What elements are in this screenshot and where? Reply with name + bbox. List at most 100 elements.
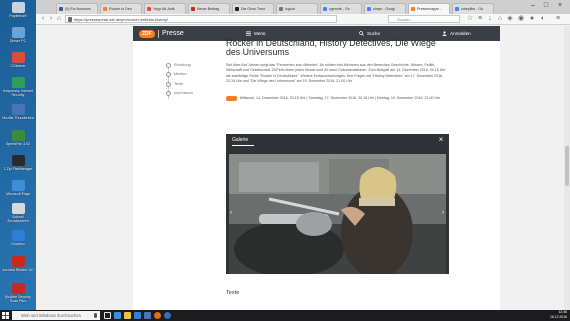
kaspersky-icon bbox=[11, 77, 25, 88]
circle-icon bbox=[166, 81, 171, 87]
google-icon bbox=[367, 7, 371, 11]
desktop-icon-dieser-pc[interactable]: Dieser PC bbox=[2, 27, 34, 43]
browser-search-input[interactable]: Suchen bbox=[388, 15, 460, 23]
forward-arrow-icon[interactable]: › bbox=[47, 15, 55, 23]
chevron-left-icon[interactable]: ‹ bbox=[228, 209, 234, 217]
desktop-icon-ccleaner[interactable]: CCleaner bbox=[2, 52, 34, 68]
tab-google-2[interactable]: uhapr - Googl bbox=[364, 3, 406, 14]
close-icon[interactable]: × bbox=[437, 136, 445, 144]
biker-photo bbox=[229, 154, 446, 274]
address-bar[interactable]: https://presseportal.zdf.de/pm/rocker-se… bbox=[65, 15, 337, 23]
google-icon bbox=[323, 7, 327, 11]
mail-icon[interactable] bbox=[144, 312, 151, 319]
tab-google-1[interactable]: zgeroite - Go bbox=[320, 3, 362, 14]
desktop-icon-kaspersky[interactable]: Kaspersky Internet Security bbox=[2, 77, 34, 97]
computer-icon bbox=[11, 27, 25, 38]
site-favicon-icon bbox=[147, 7, 151, 11]
gallery-overlay: Galerie × ‹ › bbox=[226, 134, 449, 274]
side-nav-impressum[interactable]: Impressum bbox=[166, 91, 206, 100]
gallery-photo[interactable] bbox=[229, 154, 446, 274]
pocket-icon[interactable]: ◈ bbox=[506, 15, 514, 23]
microphone-icon[interactable] bbox=[94, 313, 97, 318]
section-heading-texte: Texte bbox=[226, 290, 240, 296]
side-nav-einleitung[interactable]: Einleitung bbox=[166, 63, 206, 72]
facebook-icon bbox=[59, 7, 63, 11]
tab-grow-trent[interactable]: Die Grow Trent bbox=[232, 3, 274, 14]
taskbar-search-input[interactable]: Web und Windows durchsuchen bbox=[12, 311, 100, 320]
firefox-icon[interactable] bbox=[154, 312, 161, 319]
site-favicon-icon bbox=[279, 7, 283, 11]
tab-pressemappe[interactable]: Pressemappe - bbox=[408, 3, 450, 14]
menu-button[interactable]: Menü bbox=[246, 29, 266, 38]
desktop-icon-papierkorb[interactable]: Papierkorb bbox=[2, 2, 34, 18]
edge-icon bbox=[11, 180, 25, 191]
desktop-icon-edge[interactable]: Microsoft Edge bbox=[2, 180, 34, 196]
gallery-title: Galerie bbox=[232, 137, 249, 143]
store-icon[interactable] bbox=[134, 312, 141, 319]
recycle-bin-icon bbox=[11, 2, 25, 13]
reader-icon[interactable]: ≡ bbox=[476, 15, 484, 23]
taskbar: Web und Windows durchsuchen 12:46 16.12.… bbox=[0, 310, 570, 321]
article-body: Seit über fünf Jahren sorgt das "Fernseh… bbox=[226, 63, 446, 83]
tab-google-3[interactable]: zuteplike - Go bbox=[452, 3, 494, 14]
thunderbird-icon[interactable] bbox=[164, 312, 171, 319]
browser-window: (0) Ein Nonsens Rocker in Deu Yopp Ab-Au… bbox=[36, 0, 570, 310]
desktop-icon-dropbox[interactable]: Dropbox bbox=[2, 230, 34, 246]
tab-yopp[interactable]: Yopp Ab-Aufk bbox=[144, 3, 186, 14]
7zip-icon bbox=[11, 155, 25, 166]
download-icon[interactable]: ↓ bbox=[486, 15, 494, 23]
search-icon bbox=[359, 31, 364, 36]
task-view-icon[interactable] bbox=[104, 312, 111, 319]
tab-facebook[interactable]: (0) Ein Nonsens bbox=[56, 3, 98, 14]
side-nav-texte[interactable]: Texte bbox=[166, 81, 206, 91]
close-window-icon[interactable]: × bbox=[555, 1, 565, 10]
lock-icon bbox=[68, 17, 72, 22]
minimize-icon[interactable]: – bbox=[528, 1, 538, 10]
speedfan-icon bbox=[11, 130, 25, 141]
circle-icon bbox=[166, 91, 171, 97]
hamburger-icon bbox=[246, 31, 251, 36]
article-headline: Rocker in Deutschland, History Detective… bbox=[226, 38, 436, 58]
home-button-icon[interactable]: ⌂ bbox=[496, 15, 504, 23]
chevron-right-icon[interactable]: › bbox=[440, 209, 446, 217]
acrobat-icon bbox=[11, 256, 25, 267]
windows-start-icon[interactable] bbox=[2, 312, 9, 319]
desktop-icon-thunderbird[interactable]: Mozilla Thunderbird bbox=[2, 104, 34, 120]
home-icon[interactable]: ⌂ bbox=[55, 15, 63, 23]
scrollbar[interactable] bbox=[564, 26, 570, 310]
star-icon[interactable]: ☆ bbox=[466, 15, 474, 23]
maximize-icon[interactable]: □ bbox=[541, 1, 551, 10]
zdf-favicon-icon bbox=[103, 7, 107, 11]
site-favicon-icon bbox=[235, 7, 239, 11]
login-button[interactable]: Anmelden bbox=[442, 29, 471, 38]
desktop-icon-column: Papierkorb Dieser PC CCleaner Kaspersky … bbox=[0, 0, 36, 310]
extension-icon[interactable]: ● bbox=[528, 15, 536, 23]
tab-rocker[interactable]: Rocker in Deu bbox=[100, 3, 142, 14]
circle-icon bbox=[166, 72, 171, 78]
search-button[interactable]: Suche bbox=[359, 29, 380, 38]
extension-icon[interactable]: ◉ bbox=[517, 15, 525, 23]
tab-neuer-beitrag[interactable]: Neuer Beitrag bbox=[188, 3, 230, 14]
extension-icon[interactable]: ◐ bbox=[539, 15, 547, 23]
desktop-icon-speedfan[interactable]: SpeedFan 4.52 bbox=[2, 130, 34, 146]
scrollbar-thumb[interactable] bbox=[565, 146, 569, 186]
desktop-icon-reset[interactable]: Schnell Zurücksetzen bbox=[2, 203, 34, 223]
navigation-bar: ‹ › ⌂ https://presseportal.zdf.de/pm/roc… bbox=[36, 14, 570, 25]
zdf-logo[interactable]: ZDF Presse bbox=[139, 29, 184, 38]
site-favicon-icon bbox=[191, 7, 195, 11]
mcafee-icon bbox=[11, 283, 25, 294]
system-tray-clock[interactable]: 12:46 16.12.2016 bbox=[550, 310, 567, 321]
desktop-icon-mcafee[interactable]: McAfee Security Scan Plus bbox=[2, 283, 34, 303]
edge-icon[interactable] bbox=[114, 312, 121, 319]
thunderbird-icon bbox=[11, 104, 25, 115]
zdf-favicon-icon bbox=[411, 7, 415, 11]
circle-icon bbox=[166, 63, 171, 68]
hamburger-menu-icon[interactable]: ≡ bbox=[554, 15, 562, 23]
back-arrow-icon[interactable]: ‹ bbox=[39, 15, 47, 23]
side-nav-medien[interactable]: Medien bbox=[166, 72, 206, 81]
desktop-icon-7zip[interactable]: 7-Zip FileManager bbox=[2, 155, 34, 171]
folder-icon[interactable] bbox=[124, 312, 131, 319]
user-icon bbox=[442, 31, 447, 36]
tab-logout[interactable]: logout bbox=[276, 3, 318, 14]
desktop-icon-acrobat[interactable]: Acrobat Reader DC bbox=[2, 256, 34, 272]
